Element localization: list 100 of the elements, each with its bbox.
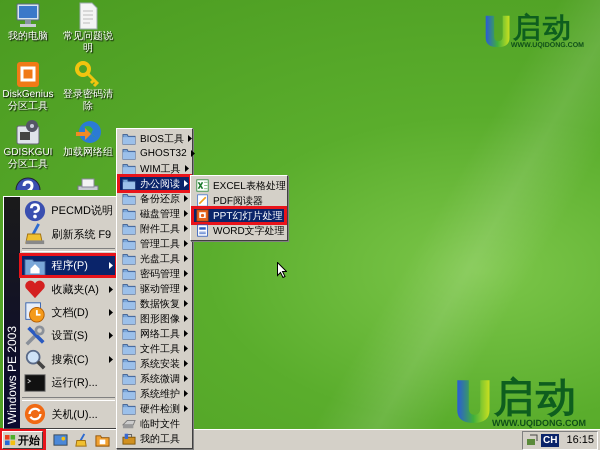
folder-icon bbox=[122, 237, 136, 250]
monitor-icon[interactable] bbox=[14, 2, 42, 30]
menu-item[interactable]: 刷新系统 F9 bbox=[20, 222, 117, 246]
folder-icon bbox=[122, 282, 136, 295]
submenu-arrow-icon bbox=[184, 255, 188, 262]
folder-icon bbox=[122, 372, 136, 385]
menu-item[interactable]: 文档(D) bbox=[20, 300, 117, 324]
language-indicator[interactable]: CH bbox=[541, 434, 560, 446]
submenu-arrow-icon bbox=[184, 375, 188, 382]
submenu-arrow-icon bbox=[184, 180, 188, 187]
menu-item[interactable]: 我的工具 bbox=[119, 431, 190, 446]
menu-item[interactable]: 图形图像 bbox=[119, 311, 190, 326]
presentation-icon bbox=[196, 209, 209, 222]
broom-icon[interactable] bbox=[74, 432, 89, 448]
desktop-icon[interactable] bbox=[53, 432, 68, 448]
menu-item[interactable]: 备份还原 bbox=[119, 191, 190, 206]
brand-name: 启动 bbox=[494, 378, 578, 418]
menu-item[interactable]: 关机(U)... bbox=[20, 402, 117, 426]
folder-icon bbox=[122, 252, 136, 265]
menu-banner-text: Windows PE 2003 bbox=[5, 326, 20, 424]
menu-item[interactable]: 程序(P) bbox=[20, 254, 117, 278]
gear-disk-icon[interactable] bbox=[14, 118, 42, 146]
submenu-arrow-icon bbox=[184, 285, 188, 292]
submenu-arrow-icon bbox=[188, 135, 192, 142]
folder-icon bbox=[122, 267, 136, 280]
disk-tool-icon[interactable] bbox=[14, 60, 42, 88]
clock-icon bbox=[24, 301, 46, 324]
submenu-arrow-icon bbox=[184, 405, 188, 412]
network-tray-icon[interactable] bbox=[526, 434, 538, 446]
menu-item[interactable]: PECMD说明 bbox=[20, 199, 117, 222]
folder-icon bbox=[122, 192, 136, 205]
menu-item[interactable]: 运行(R)... bbox=[20, 371, 117, 395]
menu-item[interactable]: 文件工具 bbox=[119, 341, 190, 356]
menu-item[interactable]: 设置(S) bbox=[20, 324, 117, 348]
submenu-arrow-icon bbox=[184, 330, 188, 337]
submenu-arrow-icon bbox=[184, 210, 188, 217]
menu-item[interactable]: 驱动管理 bbox=[119, 281, 190, 296]
menu-item[interactable]: PDF阅读器 bbox=[193, 193, 285, 208]
start-button[interactable]: 开始 bbox=[2, 431, 43, 449]
letter-u-logo-icon bbox=[455, 378, 492, 424]
menu-item[interactable]: PPT幻灯片处理 bbox=[193, 208, 285, 223]
submenu-arrow-icon bbox=[184, 270, 188, 277]
menu-item[interactable]: 系统微调 bbox=[119, 371, 190, 386]
menu-item[interactable]: 管理工具 bbox=[119, 236, 190, 251]
submenu-arrow-icon bbox=[184, 345, 188, 352]
menu-item[interactable]: 系统维护 bbox=[119, 386, 190, 401]
menu-item[interactable]: GHOST32 bbox=[119, 146, 190, 161]
menu-item[interactable]: EXCEL表格处理 bbox=[193, 178, 285, 193]
menu-item[interactable]: 磁盘管理 bbox=[119, 206, 190, 221]
menu-item[interactable]: 硬件检测 bbox=[119, 401, 190, 416]
submenu-arrow-icon bbox=[184, 360, 188, 367]
folder-icon bbox=[122, 387, 136, 400]
cursor-icon bbox=[277, 262, 287, 278]
folder-icon bbox=[122, 312, 136, 325]
folder-icon bbox=[122, 402, 136, 415]
menu-item[interactable]: 搜索(C) bbox=[20, 348, 117, 372]
terminal-icon bbox=[24, 372, 46, 394]
folder-icon bbox=[122, 177, 136, 190]
help-icon bbox=[24, 200, 46, 222]
wrench-icon bbox=[24, 324, 46, 347]
menu-item[interactable]: 系统安装 bbox=[119, 356, 190, 371]
magnifier-icon bbox=[24, 348, 46, 370]
submenu-arrow-icon bbox=[184, 225, 188, 232]
toolbox-icon bbox=[122, 432, 136, 445]
folder-icon[interactable] bbox=[95, 432, 110, 448]
menu-item[interactable]: 临时文件 bbox=[119, 416, 190, 431]
folder-icon bbox=[122, 132, 136, 145]
menu-item[interactable]: 附件工具 bbox=[119, 221, 190, 236]
menu-item[interactable]: 办公阅读 bbox=[119, 176, 190, 191]
submenu-arrow-icon bbox=[184, 315, 188, 322]
folder-icon bbox=[122, 207, 136, 220]
menu-item[interactable]: 数据恢复 bbox=[119, 296, 190, 311]
windows-logo-icon bbox=[5, 434, 16, 446]
folder-icon bbox=[122, 222, 136, 235]
menu-item[interactable]: 收藏夹(A) bbox=[20, 277, 117, 301]
menu-item[interactable]: WORD文字处理 bbox=[193, 223, 285, 238]
menu-item[interactable]: 网络工具 bbox=[119, 326, 190, 341]
menu-item[interactable]: BIOS工具 bbox=[119, 131, 190, 146]
submenu-arrow-icon bbox=[190, 150, 195, 157]
heart-icon bbox=[24, 278, 46, 300]
clock: 16:15 bbox=[566, 434, 594, 446]
document-icon bbox=[196, 224, 209, 237]
submenu-arrow-icon bbox=[184, 300, 188, 307]
submenu-arrow-icon bbox=[184, 240, 188, 247]
power-icon bbox=[24, 403, 46, 426]
brand-name: 启动 bbox=[512, 14, 573, 42]
broom-icon bbox=[24, 223, 46, 246]
folder-icon bbox=[122, 327, 136, 340]
folder-icon bbox=[122, 162, 136, 175]
folder-icon bbox=[122, 297, 136, 310]
submenu-arrow-icon bbox=[184, 165, 189, 172]
spreadsheet-icon bbox=[196, 179, 209, 192]
letter-u-logo-icon bbox=[484, 14, 511, 48]
submenu-arrow-icon bbox=[184, 195, 188, 202]
folder-icon bbox=[122, 342, 136, 355]
folder-icon bbox=[122, 357, 136, 370]
menu-item[interactable]: 密码管理 bbox=[119, 266, 190, 281]
menu-item[interactable]: 光盘工具 bbox=[119, 251, 190, 266]
document-icon bbox=[196, 194, 209, 207]
website-url: WWW.UQIDONG.COM bbox=[492, 418, 586, 428]
